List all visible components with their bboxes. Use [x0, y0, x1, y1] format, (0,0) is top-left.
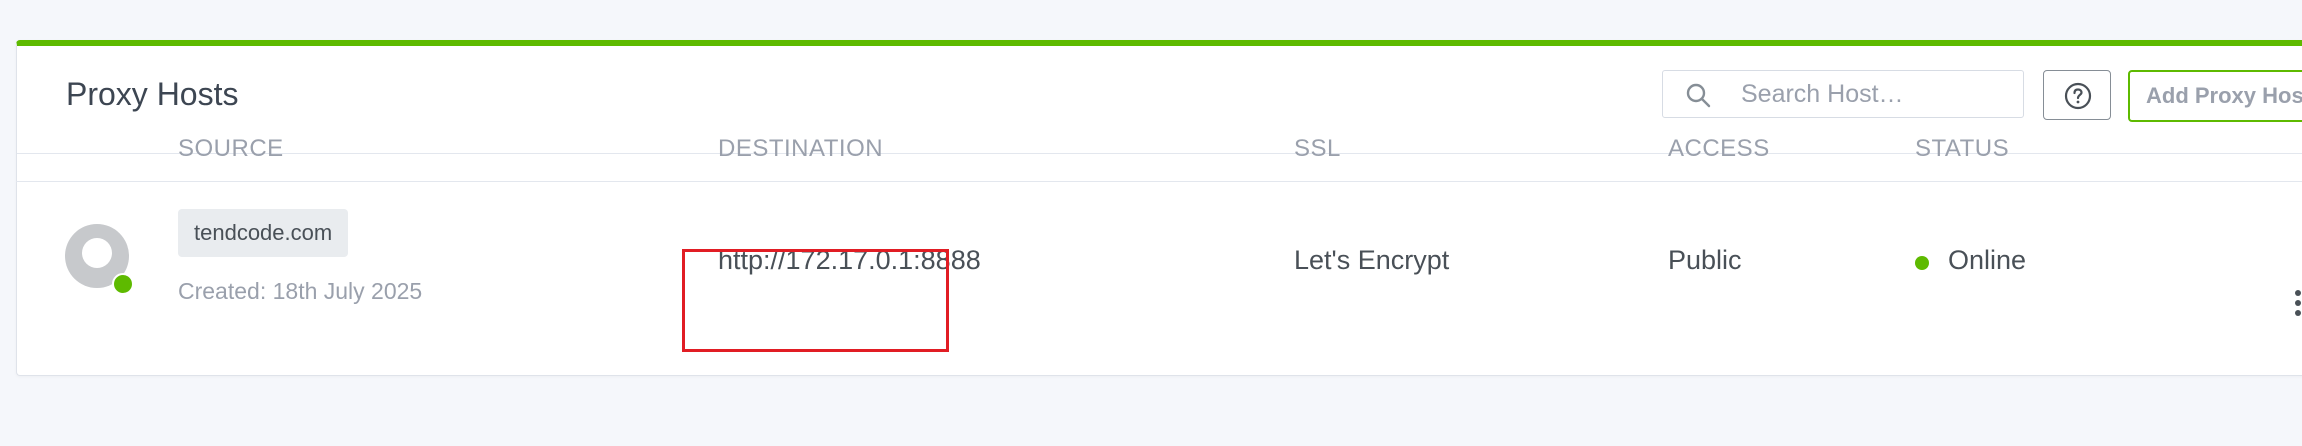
question-circle-icon — [2064, 82, 2092, 110]
column-header-status[interactable]: STATUS — [1915, 135, 2009, 163]
search-box[interactable] — [1662, 70, 2024, 118]
proxy-hosts-card: Proxy Hosts Add Proxy Host — [16, 40, 2302, 376]
online-indicator-icon — [112, 273, 134, 295]
search-input[interactable] — [1741, 71, 2011, 117]
ssl-value: Let's Encrypt — [1294, 245, 1450, 275]
column-header-ssl[interactable]: SSL — [1294, 135, 1341, 163]
column-header-access[interactable]: ACCESS — [1668, 135, 1770, 163]
row-menu-icon[interactable] — [2293, 290, 2302, 316]
destination-value: http://172.17.0.1:8888 — [718, 245, 981, 275]
search-icon — [1686, 83, 1711, 108]
status-dot-icon — [1915, 256, 1929, 270]
created-date: Created: 18th July 2025 — [178, 278, 423, 304]
status-value: Online — [1948, 245, 2027, 275]
column-header-source[interactable]: SOURCE — [178, 135, 284, 163]
column-header-destination[interactable]: DESTINATION — [718, 135, 883, 163]
page-title: Proxy Hosts — [66, 76, 239, 112]
header-divider — [16, 181, 2302, 182]
add-proxy-host-button[interactable]: Add Proxy Host — [2128, 70, 2302, 122]
source-domain-badge[interactable]: tendcode.com — [178, 209, 349, 257]
avatar-silhouette-icon — [82, 238, 112, 268]
access-value[interactable]: Public — [1668, 245, 1742, 276]
help-button[interactable] — [2043, 70, 2111, 120]
